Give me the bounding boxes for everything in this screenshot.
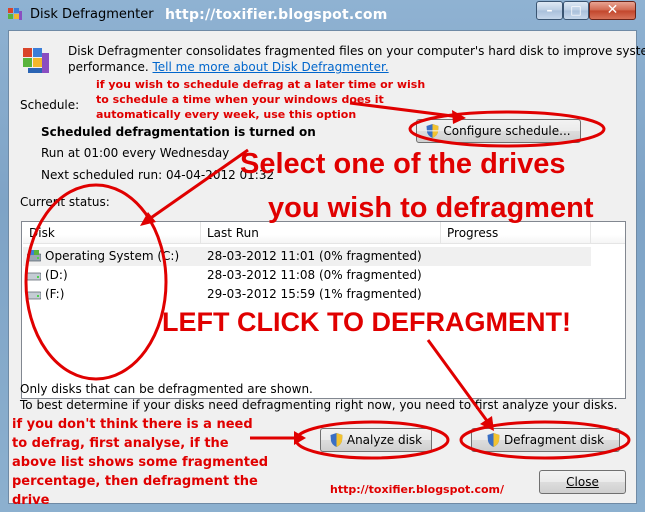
analyze-disk-label: Analyze disk: [346, 433, 423, 447]
intro-description-2: performance. Tell me more about Disk Def…: [68, 60, 389, 74]
current-status-label: Current status:: [20, 195, 110, 209]
disk-row-c[interactable]: Operating System (C:) 28-03-2012 11:01 (…: [23, 247, 591, 266]
maximize-icon: □: [570, 3, 582, 17]
intro-description-2-text: performance.: [68, 60, 149, 74]
schedule-note-line-2: to schedule a time when your windows doe…: [96, 93, 384, 106]
disk-name: (F:): [45, 287, 65, 301]
uac-shield-icon: [426, 124, 439, 138]
analyse-note-line-3: above list shows some fragmented: [12, 455, 269, 470]
disk-row-d[interactable]: (D:) 28-03-2012 11:08 (0% fragmented): [23, 266, 591, 285]
analyse-note-line-4: percentage, then defragment the: [12, 474, 258, 489]
drive-icon: [27, 291, 41, 300]
analyse-note-line-2: to defrag, first analyse, if the: [12, 436, 229, 451]
defragment-disk-button[interactable]: Defragment disk: [471, 428, 620, 452]
drive-icon: [27, 272, 41, 281]
configure-schedule-label: Configure schedule...: [443, 124, 571, 138]
select-drive-annotation-2: you wish to defragment: [268, 192, 594, 224]
schedule-note-line-1: if you wish to schedule defrag at a late…: [96, 78, 426, 91]
analyse-note-line-1: if you don't think there is a need: [12, 417, 253, 432]
window-title: Disk Defragmenter: [30, 7, 154, 22]
disk-last-run: 29-03-2012 15:59 (1% fragmented): [207, 287, 422, 301]
configure-schedule-button[interactable]: Configure schedule...: [416, 119, 581, 143]
close-window-button[interactable]: ✕: [589, 1, 636, 20]
disk-name: Operating System (C:): [45, 249, 180, 263]
maximize-button[interactable]: □: [563, 1, 589, 20]
title-bar[interactable]: Disk Defragmenter http://toxifier.blogsp…: [0, 0, 645, 30]
close-button-label: Close: [566, 475, 599, 489]
analyse-note-line-5: drive: [12, 493, 50, 508]
title-url-overlay: http://toxifier.blogspot.com: [165, 7, 388, 23]
defragment-disk-label: Defragment disk: [503, 433, 605, 447]
minimize-button[interactable]: –: [536, 1, 563, 20]
schedule-status: Scheduled defragmentation is turned on: [41, 125, 316, 139]
left-click-annotation: LEFT CLICK TO DEFRAGMENT!: [162, 307, 571, 337]
schedule-run-at: Run at 01:00 every Wednesday: [41, 146, 230, 160]
disk-row-f[interactable]: (F:) 29-03-2012 15:59 (1% fragmented): [23, 285, 591, 304]
select-drive-annotation-1: Select one of the drives: [240, 148, 566, 180]
column-header-disk[interactable]: Disk: [23, 222, 201, 244]
minimize-icon: –: [546, 3, 553, 17]
disk-last-run: 28-03-2012 11:01 (0% fragmented): [207, 249, 422, 263]
disk-name: (D:): [45, 268, 68, 282]
disk-defragmenter-icon: [8, 8, 22, 20]
app-icon: [23, 48, 49, 73]
close-icon: ✕: [606, 2, 619, 18]
intro-description: Disk Defragmenter consolidates fragmente…: [68, 44, 645, 58]
uac-shield-icon: [487, 433, 500, 447]
footer-note-2: To best determine if your disks need def…: [20, 398, 618, 412]
analyze-disk-button[interactable]: Analyze disk: [320, 428, 432, 452]
column-header-filler: [591, 222, 625, 244]
close-button[interactable]: Close: [539, 470, 626, 494]
schedule-label: Schedule:: [20, 98, 80, 112]
uac-shield-icon: [330, 433, 343, 447]
footer-note-1: Only disks that can be defragmented are …: [20, 382, 313, 396]
schedule-note-line-3: automatically every week, use this optio…: [96, 108, 357, 121]
system-drive-icon: [27, 250, 41, 262]
bottom-url-annotation: http://toxifier.blogspot.com/: [330, 483, 505, 496]
learn-more-link[interactable]: Tell me more about Disk Defragmenter.: [153, 60, 389, 74]
disk-last-run: 28-03-2012 11:08 (0% fragmented): [207, 268, 422, 282]
